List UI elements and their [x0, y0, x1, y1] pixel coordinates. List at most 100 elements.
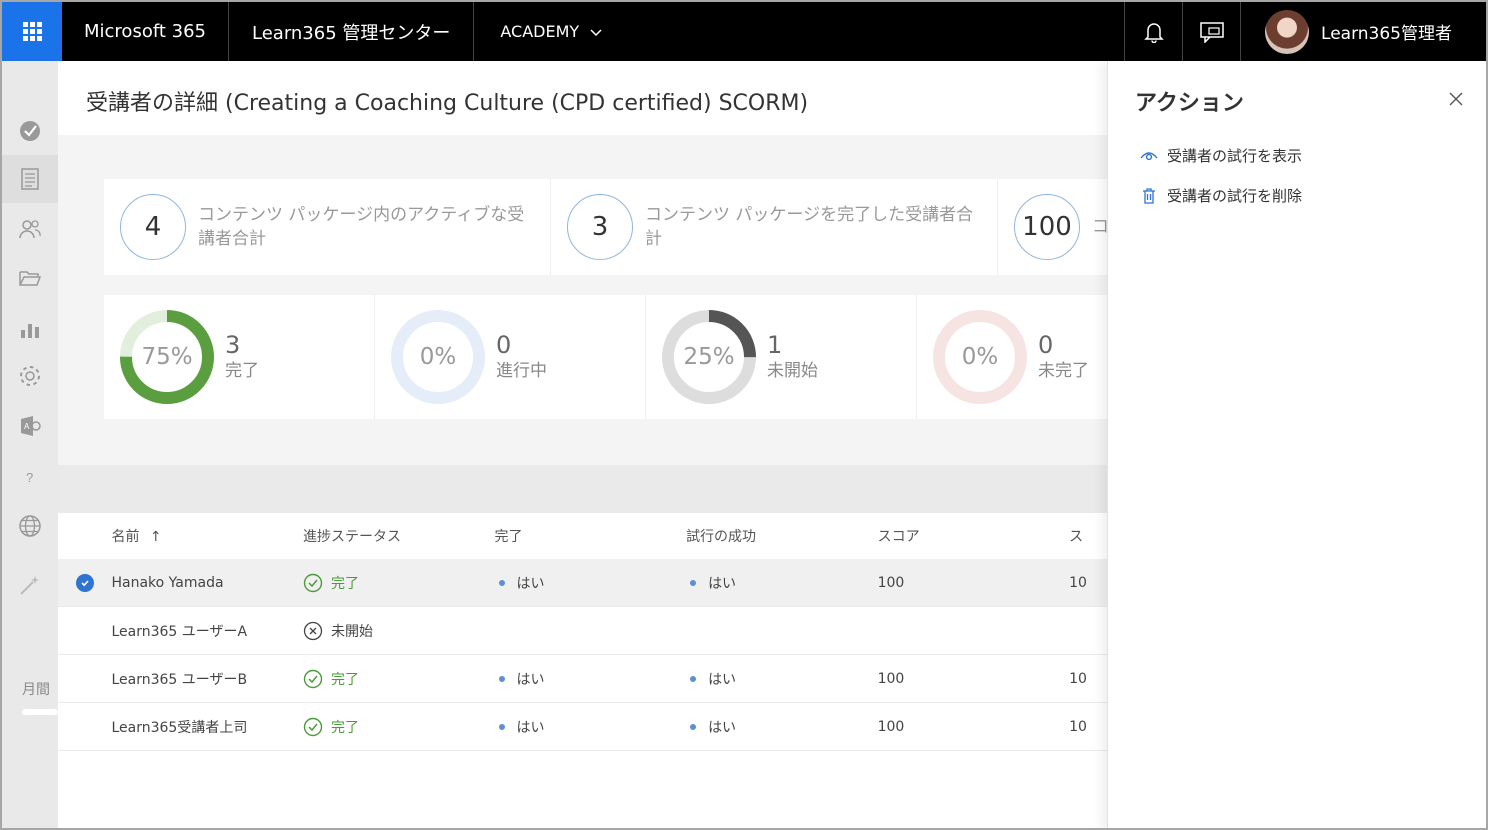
cancel-circle-icon [303, 621, 323, 641]
nav-help[interactable]: ? [2, 453, 58, 501]
nav-settings[interactable] [2, 352, 58, 400]
column-header-score[interactable]: スコア [878, 526, 1070, 546]
status-count: 1 [767, 331, 783, 359]
svg-text:A: A [24, 422, 30, 431]
learner-name[interactable]: Learn365 ユーザーA [111, 621, 303, 641]
status-label: 完了 [225, 361, 259, 381]
table-row[interactable]: Learn365 ユーザーA 未開始 [58, 607, 1108, 655]
truncated-cell: 10 [1069, 574, 1087, 591]
admin-center-title[interactable]: Learn365 管理センター [229, 2, 475, 61]
score-cell: 100 [877, 718, 905, 735]
app-window: Microsoft 365 Learn365 管理センター ACADEMY Le… [0, 0, 1488, 830]
status-label: 未完了 [1038, 361, 1089, 381]
chat-icon [1199, 21, 1224, 43]
table-row[interactable]: Learn365受講者上司 完了 はい はい 100 10 [58, 703, 1108, 751]
rail-progress-bar [22, 709, 58, 715]
delete-attempts-action[interactable]: 受講者の試行を削除 [1140, 185, 1302, 206]
check-circle-icon [303, 717, 323, 737]
nav-files[interactable] [2, 254, 58, 302]
status-row: 75% 3 完了 0% 0 進行中 25% 1 未開始 0% 0 未完了 [104, 295, 1107, 419]
bullet-icon [498, 675, 505, 682]
nav-exchange[interactable]: A [2, 402, 58, 450]
kpi-row: 4 コンテンツ パッケージ内のアクティブな受講者合計 3 コンテンツ パッケージ… [104, 179, 1108, 275]
bullet-icon [498, 579, 505, 586]
success-cell: はい [686, 669, 878, 689]
bullet-icon [498, 723, 505, 730]
wand-icon [20, 576, 39, 595]
truncated-cell: 10 [1069, 718, 1087, 735]
folder-icon [19, 271, 42, 286]
tenant-switcher[interactable]: ACADEMY [474, 2, 629, 61]
view-attempts-action[interactable]: 受講者の試行を表示 [1140, 145, 1302, 166]
status-card: 75% 3 完了 [104, 295, 375, 419]
donut-percent: 25% [683, 344, 735, 370]
sort-ascending-icon: ↑ [149, 529, 162, 545]
donut-chart: 0% [390, 309, 486, 405]
suite-name[interactable]: Microsoft 365 [62, 2, 229, 61]
checkmark-icon [75, 573, 94, 592]
column-header-name[interactable]: 名前 ↑ [111, 526, 303, 546]
column-header-truncated[interactable]: ス [1069, 526, 1108, 546]
nav-language[interactable] [2, 502, 58, 550]
donut-chart: 25% [661, 309, 757, 405]
kpi-card: 3 コンテンツ パッケージを完了した受講者合計 [551, 179, 998, 275]
kpi-value: 100 [1014, 194, 1080, 260]
status-card: 25% 1 未開始 [646, 295, 917, 419]
close-icon[interactable] [1448, 91, 1464, 107]
column-header-status[interactable]: 進捗ステータス [303, 526, 495, 546]
rail-truncated-label: 月間 [22, 682, 50, 698]
kpi-label: コンテンツ パッケージ内のアクティブな受講者合計 [198, 205, 525, 249]
nav-wizard[interactable] [2, 561, 58, 609]
table-row[interactable]: Learn365 ユーザーB 完了 はい はい 100 10 [58, 655, 1108, 703]
app-launcher-button[interactable] [2, 2, 62, 61]
donut-percent: 0% [961, 344, 999, 370]
feedback-button[interactable] [1182, 2, 1240, 61]
success-cell: はい [686, 717, 878, 737]
gear-icon [20, 366, 40, 386]
kpi-label: コンテンツ パッケージを完了した受講者合計 [645, 205, 974, 249]
bullet-icon [690, 579, 697, 586]
column-header-completed[interactable]: 完了 [495, 526, 687, 546]
status-count: 0 [496, 331, 512, 359]
action-label: 受講者の試行を表示 [1167, 147, 1303, 165]
user-name: Learn365管理者 [1321, 24, 1452, 44]
truncated-cell: 10 [1069, 670, 1087, 687]
tenant-label: ACADEMY [500, 22, 580, 41]
nav-reports[interactable] [2, 305, 58, 353]
avatar [1265, 9, 1310, 54]
progress-status: 未開始 [303, 621, 495, 641]
account-menu[interactable]: Learn365管理者 [1240, 2, 1486, 61]
kpi-value: 4 [120, 194, 186, 260]
help-icon: ? [26, 470, 33, 485]
notifications-button[interactable] [1124, 2, 1182, 61]
donut-percent: 0% [419, 344, 457, 370]
status-card: 0% 0 進行中 [375, 295, 646, 419]
learner-name[interactable]: Hanako Yamada [111, 575, 303, 591]
people-icon [19, 220, 41, 239]
svg-text:?: ? [26, 470, 33, 485]
action-panel: アクション 受講者の試行を表示 受講者の試行を削除 [1107, 61, 1486, 828]
nav-dashboard[interactable] [2, 107, 58, 155]
success-cell: はい [686, 573, 878, 593]
nav-content[interactable] [2, 155, 58, 203]
nav-users[interactable] [2, 205, 58, 253]
waffle-icon [22, 22, 42, 41]
check-circle-icon [303, 573, 323, 593]
page-title-course: (Creating a Coaching Culture (CPD certif… [225, 91, 809, 116]
row-checkbox[interactable] [58, 573, 111, 592]
completed-cell: はい [495, 669, 687, 689]
chart-icon [21, 324, 39, 338]
score-cell: 100 [877, 574, 905, 591]
completed-cell: はい [495, 573, 687, 593]
command-bar [58, 465, 1108, 513]
action-label: 受講者の試行を削除 [1167, 187, 1303, 205]
learner-name[interactable]: Learn365 ユーザーB [111, 669, 303, 689]
status-label: 未開始 [767, 361, 818, 381]
learner-name[interactable]: Learn365受講者上司 [111, 717, 303, 737]
top-bar: Microsoft 365 Learn365 管理センター ACADEMY Le… [2, 2, 1486, 61]
status-label: 進行中 [496, 361, 547, 381]
table-row[interactable]: Hanako Yamada 完了 はい はい 100 10 [58, 559, 1108, 607]
column-header-success[interactable]: 試行の成功 [686, 526, 878, 546]
exchange-icon: A [21, 416, 41, 436]
page-title-main: 受講者の詳細 [86, 91, 219, 116]
